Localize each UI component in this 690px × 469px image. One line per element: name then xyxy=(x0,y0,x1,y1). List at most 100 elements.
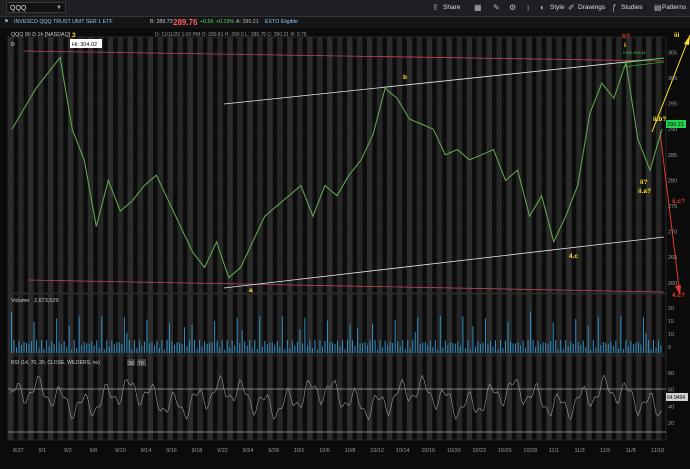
session-band xyxy=(187,37,193,440)
share-button[interactable]: Share xyxy=(443,3,460,13)
chart-symbol-desc: QQQ 90 D 1h [NASDAQ] xyxy=(11,32,71,38)
volume-bar xyxy=(56,318,58,353)
volume-bar xyxy=(23,342,25,353)
volume-bar xyxy=(174,344,175,353)
volume-bar xyxy=(427,344,429,353)
volume-bar xyxy=(334,344,336,353)
volume-bar xyxy=(379,340,381,353)
volume-bar xyxy=(229,347,231,353)
volume-bar xyxy=(527,340,529,353)
volume-bar xyxy=(632,344,634,353)
volume-bar xyxy=(469,349,471,353)
x-tick-label: 11/10 xyxy=(651,448,664,454)
volume-bar xyxy=(387,344,389,353)
volume-bar xyxy=(434,340,436,353)
volume-bar xyxy=(304,317,306,353)
volume-bar xyxy=(502,348,504,353)
volume-bar xyxy=(128,340,130,353)
studies-icon[interactable]: ƒ xyxy=(612,3,616,13)
volume-bar xyxy=(93,345,95,353)
price-tick-label: 280 xyxy=(668,178,677,184)
volume-bar xyxy=(241,329,243,353)
session-band xyxy=(596,37,602,440)
drawings-icon[interactable]: ✐ xyxy=(568,3,575,13)
ext-eligible: EXTO Eligible xyxy=(265,19,298,25)
volume-bar xyxy=(622,348,624,353)
session-band xyxy=(356,37,363,440)
style-button[interactable]: Style xyxy=(550,3,564,13)
volume-bar xyxy=(286,340,288,353)
studies-button[interactable]: Studies xyxy=(621,3,643,13)
ask-text: A: 290.21 xyxy=(236,19,259,25)
volume-bar xyxy=(98,348,100,353)
share-icon[interactable]: ⇪ xyxy=(432,3,439,13)
session-band xyxy=(267,37,273,440)
volume-bar xyxy=(309,340,311,353)
symbol-input[interactable]: QQQ ▼ xyxy=(6,2,66,13)
volume-bar xyxy=(231,340,233,353)
volume-bar xyxy=(83,341,85,353)
ruler-icon[interactable]: ↕ xyxy=(526,3,530,13)
alert-icon[interactable]: ⚑ xyxy=(4,17,9,28)
volume-bar xyxy=(577,342,579,353)
volume-bar xyxy=(274,344,276,353)
volume-bar xyxy=(191,324,193,353)
volume-bar xyxy=(439,316,441,353)
grid-icon[interactable]: ▦ xyxy=(474,3,482,13)
volume-bar xyxy=(542,342,544,353)
session-band xyxy=(257,37,263,440)
volume-bar xyxy=(382,347,384,353)
volume-bar xyxy=(615,340,617,353)
x-tick-label: 9/2 xyxy=(64,448,72,454)
session-band xyxy=(456,37,463,440)
patterns-button[interactable]: Patterns xyxy=(662,3,686,13)
volume-bar xyxy=(337,341,338,353)
volume-bar xyxy=(118,342,120,353)
volume-bar xyxy=(108,346,110,353)
volume-bar xyxy=(362,343,364,353)
volume-tick-label: 20 xyxy=(668,306,674,312)
chart-svg[interactable]: QQQ 90 D 1h [NASDAQ] D: 11/11/20 1:00 PM… xyxy=(0,28,690,464)
patterns-icon[interactable]: ▤ xyxy=(654,3,662,13)
volume-bar xyxy=(116,342,118,353)
volume-bar xyxy=(168,323,170,353)
volume-bar xyxy=(377,349,379,353)
price-change-pct: +0.19% xyxy=(216,19,235,25)
volume-bar xyxy=(479,344,481,353)
chart-area[interactable]: QQQ 90 D 1h [NASDAQ] D: 11/11/20 1:00 PM… xyxy=(0,28,690,464)
volume-bar xyxy=(530,311,532,353)
volume-bar xyxy=(555,340,557,353)
comment-icon[interactable]: ✎ xyxy=(493,3,500,13)
x-tick-label: 11/1 xyxy=(549,448,559,454)
x-tick-label: 10/6 xyxy=(319,448,330,454)
volume-bar xyxy=(525,347,527,353)
volume-bar xyxy=(224,349,226,353)
volume-bar xyxy=(171,340,173,353)
volume-bar xyxy=(547,344,549,353)
session-band xyxy=(466,37,473,440)
settings-icon[interactable]: ⚙ xyxy=(509,3,516,13)
volume-bar xyxy=(41,340,43,353)
session-band xyxy=(406,37,413,440)
session-band xyxy=(167,37,173,440)
wave-label-iii: iii xyxy=(674,32,680,39)
style-icon[interactable]: ◐ xyxy=(540,3,545,13)
volume-bar xyxy=(537,340,539,353)
x-tick-label: 11/3 xyxy=(574,448,584,454)
x-tick-label: 10/8 xyxy=(345,448,356,454)
rsi-tick-label: 80 xyxy=(668,371,674,377)
session-band xyxy=(586,37,592,440)
volume-bar xyxy=(43,348,45,353)
session-band xyxy=(47,37,54,440)
volume-bar xyxy=(637,342,639,353)
volume-bar xyxy=(254,340,256,353)
volume-bar xyxy=(48,346,50,353)
volume-bar xyxy=(251,348,253,353)
fund-name: INVESCO QQQ TRUST UNIT SER 1 ETF xyxy=(14,19,113,25)
volume-bar xyxy=(457,341,459,353)
volume-bar xyxy=(437,349,439,353)
settings-gear-icon[interactable]: ⚙ xyxy=(10,41,15,48)
volume-bar xyxy=(166,340,168,353)
drawings-button[interactable]: Drawings xyxy=(578,3,605,13)
volume-bar xyxy=(88,343,90,353)
